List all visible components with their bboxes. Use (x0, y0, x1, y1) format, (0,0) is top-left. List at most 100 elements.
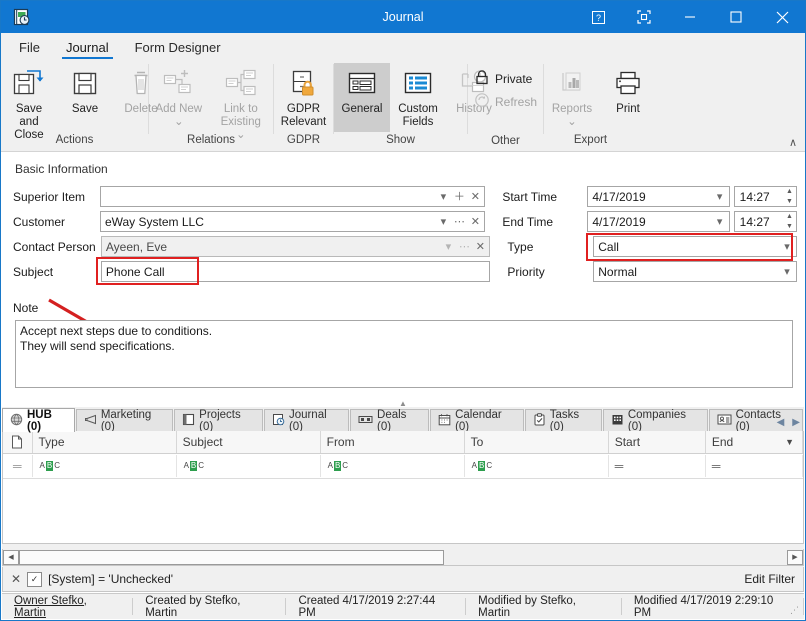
gdpr-relevant-button[interactable]: GDPR Relevant (274, 63, 333, 129)
tabstrip-next-button[interactable]: ▶ (792, 417, 800, 428)
tab-deals[interactable]: Deals (0) (350, 409, 430, 433)
end-time-time-input[interactable]: 14:27 ▲ ▼ (733, 211, 797, 232)
status-modified: Modified 4/17/2019 2:29:10 PM (622, 595, 805, 619)
superior-item-dropdown-icon[interactable]: ▾ (436, 191, 450, 203)
tab-projects[interactable]: Projects (0) (174, 409, 263, 433)
grid-filter-from[interactable]: ABC (321, 455, 465, 477)
custom-fields-button[interactable]: Custom Fields (390, 63, 446, 129)
start-time-spinner[interactable]: ▲ ▼ (786, 188, 793, 205)
grid-column-to[interactable]: To (465, 431, 609, 453)
grid-filter-indicator[interactable]: ═ (3, 455, 33, 477)
save-and-close-icon (12, 66, 46, 100)
minimize-button[interactable] (667, 1, 713, 33)
grid-horizontal-scrollbar[interactable]: ◀ ▶ (2, 549, 804, 566)
note-textarea[interactable]: Accept next steps due to conditions. The… (15, 320, 793, 388)
general-button[interactable]: General (334, 63, 390, 132)
ribbon-tabs: File Journal Form Designer (1, 33, 805, 59)
ribbon-group-relations: Add New ⌄ Link to Existing ⌄ Relations (149, 59, 273, 151)
label-start-time: Start Time (502, 189, 558, 204)
tab-file[interactable]: File (7, 38, 52, 59)
customer-dropdown-icon[interactable]: ▾ (436, 216, 450, 228)
customer-input[interactable]: eWay System LLC ▾ ⋯ ✕ (99, 211, 486, 232)
type-dropdown-icon[interactable]: ▾ (780, 241, 794, 253)
close-button[interactable] (759, 1, 805, 33)
grid-column-type[interactable]: Type (33, 431, 177, 453)
tab-calendar[interactable]: Calendar (0) (430, 409, 524, 433)
scroll-right-button[interactable]: ▶ (787, 549, 803, 565)
grid-filter-to[interactable]: ABC (465, 455, 609, 477)
tab-form-designer[interactable]: Form Designer (123, 38, 233, 59)
link-to-existing-button[interactable]: Link to Existing ⌄ (209, 63, 273, 142)
tab-journal[interactable]: Journal (0) (263, 408, 350, 433)
related-items-grid: Type Subject From To Start End ▼ ═ ABC A… (2, 431, 804, 544)
collapse-ribbon-button[interactable]: ∧ (789, 136, 797, 149)
start-time-date-input[interactable]: 4/17/2019 ▾ (587, 186, 730, 207)
tab-journal[interactable]: Journal (54, 38, 121, 59)
grid-filter-type[interactable]: ABC (33, 455, 177, 477)
svg-text:?: ? (595, 13, 600, 23)
tab-tasks-label: Tasks (0) (549, 408, 580, 433)
superior-item-clear-icon[interactable]: ✕ (468, 191, 482, 203)
grid-column-subject[interactable]: Subject (177, 431, 321, 453)
grid-column-end-label: End (711, 435, 734, 449)
end-time-date-dropdown-icon[interactable]: ▾ (713, 216, 727, 228)
restore-layout-button[interactable] (621, 1, 667, 33)
scroll-left-button[interactable]: ◀ (3, 549, 19, 565)
gdpr-lock-icon (289, 66, 319, 100)
grid-column-indicator[interactable] (3, 431, 33, 453)
reports-button[interactable]: Reports ⌄ (544, 63, 600, 129)
priority-input[interactable]: Normal ▾ (593, 261, 797, 282)
tab-marketing[interactable]: Marketing (0) (75, 409, 174, 433)
print-button[interactable]: Print (600, 63, 656, 116)
status-owner[interactable]: Owner Stefko, Martin (2, 595, 134, 619)
filter-enabled-checkbox[interactable]: ✓ (27, 571, 43, 587)
subject-input[interactable]: Phone Call (100, 261, 491, 282)
add-new-button[interactable]: Add New ⌄ (149, 63, 209, 129)
grid-filter-subject[interactable]: ABC (177, 455, 321, 477)
start-time-time-input[interactable]: 14:27 ▲ ▼ (733, 186, 797, 207)
save-and-close-button[interactable]: Save and Close (1, 63, 57, 142)
tab-journal-label: Journal (0) (288, 408, 327, 433)
start-time-date-dropdown-icon[interactable]: ▾ (713, 191, 727, 203)
maximize-button[interactable] (713, 1, 759, 33)
type-input[interactable]: Call ▾ (593, 236, 797, 257)
tab-tasks[interactable]: Tasks (0) (524, 408, 602, 433)
edit-filter-button[interactable]: Edit Filter (744, 572, 795, 586)
grid-column-start[interactable]: Start (609, 431, 706, 453)
refresh-button[interactable]: Refresh (468, 90, 543, 113)
contact-person-dropdown-icon[interactable]: ▾ (441, 241, 455, 253)
tab-companies[interactable]: Companies (0) (602, 409, 708, 433)
contact-person-browse-icon[interactable]: ⋯ (457, 241, 471, 253)
abc-filter-icon: ABC (327, 461, 349, 471)
type-value: Call (598, 239, 619, 254)
grid-filter-start[interactable]: ═ (609, 455, 706, 477)
tab-hub[interactable]: HUB (0) (2, 408, 75, 433)
superior-item-add-icon[interactable]: ＋ (452, 191, 466, 203)
superior-item-input[interactable]: ▾ ＋ ✕ (99, 186, 486, 207)
document-icon (12, 435, 23, 449)
status-created: Created 4/17/2019 2:27:44 PM (286, 595, 467, 619)
help-button[interactable]: ? (575, 1, 621, 33)
grid-column-from[interactable]: From (321, 431, 465, 453)
status-owner-label[interactable]: Owner Stefko, Martin (14, 595, 120, 619)
resize-grip[interactable]: ⋰ (790, 605, 800, 616)
private-button[interactable]: Private (468, 67, 538, 90)
ribbon-group-label-gdpr: GDPR (286, 134, 321, 146)
scroll-thumb[interactable] (19, 549, 444, 565)
customer-clear-icon[interactable]: ✕ (468, 216, 482, 228)
end-time-date-input[interactable]: 4/17/2019 ▾ (587, 211, 730, 232)
priority-dropdown-icon[interactable]: ▾ (780, 266, 794, 278)
tabstrip-prev-button[interactable]: ◀ (777, 417, 785, 428)
reports-chart-icon (557, 66, 587, 100)
end-time-spinner[interactable]: ▲ ▼ (786, 213, 793, 230)
grid-column-end[interactable]: End ▼ (706, 431, 803, 453)
contact-person-input[interactable]: Ayeen, Eve ▾ ⋯ ✕ (100, 236, 491, 257)
contact-person-clear-icon[interactable]: ✕ (473, 241, 487, 253)
filter-close-button[interactable]: ✕ (11, 572, 21, 586)
contacts-icon (717, 413, 732, 429)
grid-filter-end[interactable]: ═ (706, 455, 803, 477)
ribbon-group-actions: Save and Close Save Delete Actions (1, 59, 158, 151)
save-button[interactable]: Save (57, 63, 113, 116)
calendar-icon (438, 413, 451, 429)
customer-browse-icon[interactable]: ⋯ (452, 216, 466, 228)
